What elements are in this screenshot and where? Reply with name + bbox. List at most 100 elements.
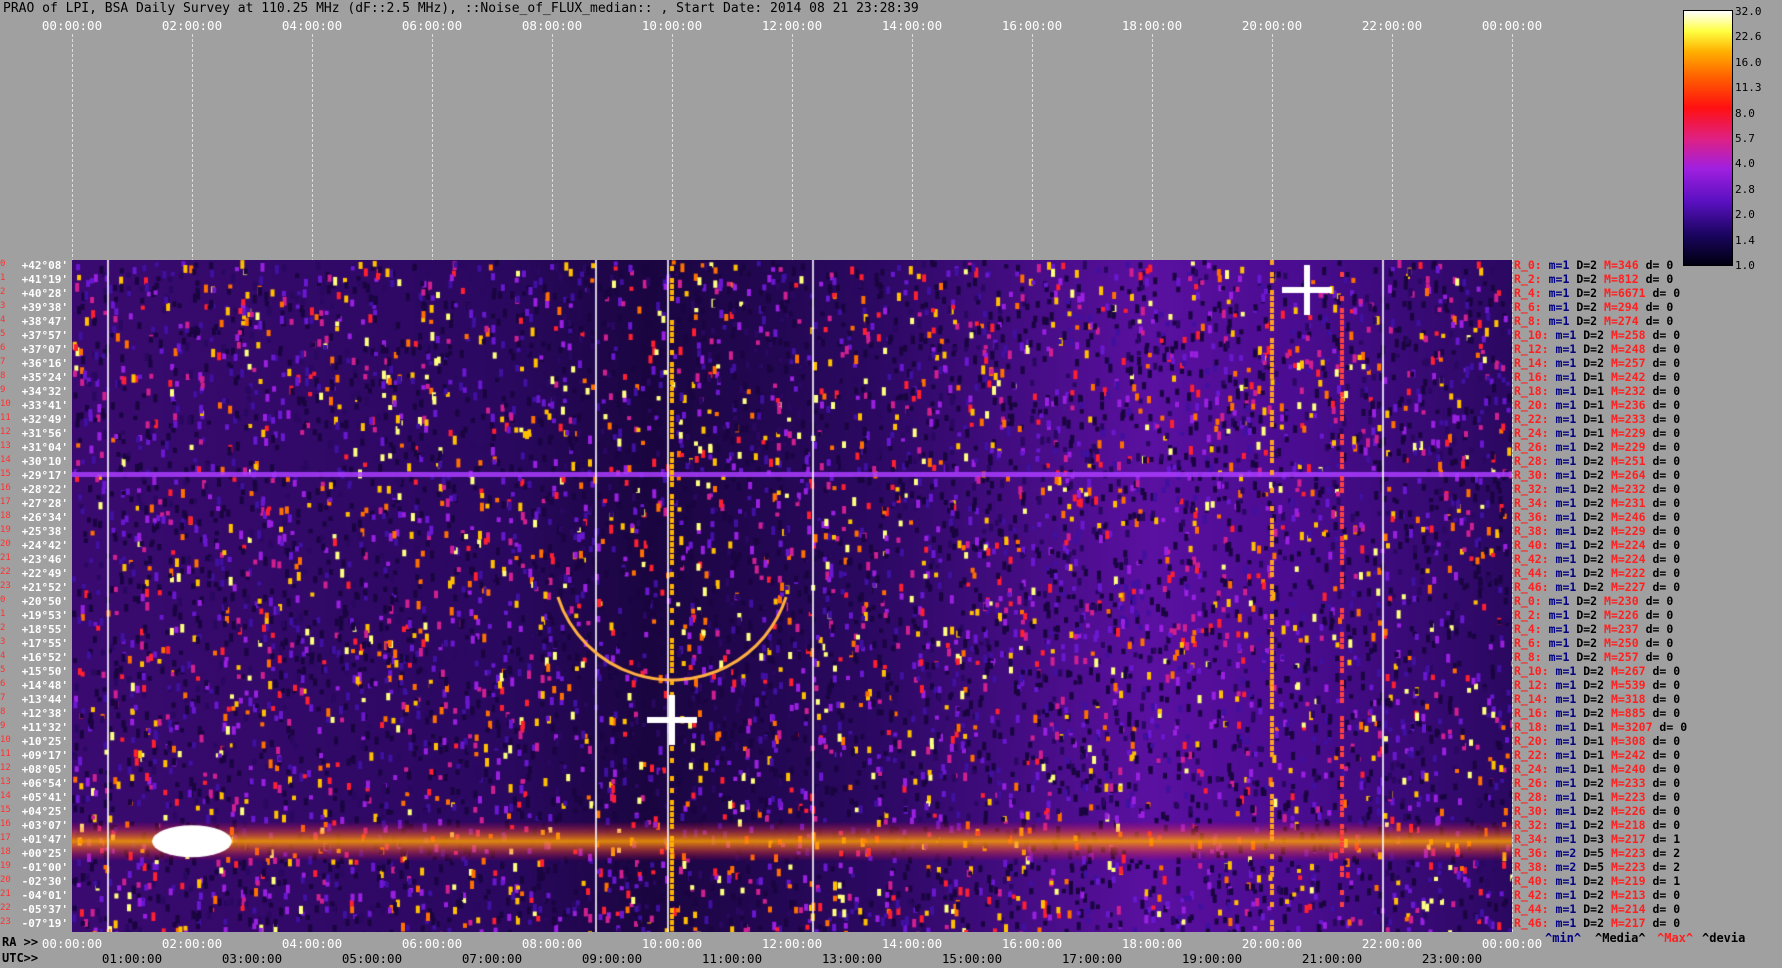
top-tick-label: 16:00:00 — [1001, 18, 1063, 33]
stat-field: R_6: — [1514, 300, 1542, 314]
stat-field: m=1 — [1548, 762, 1577, 776]
stat-field: D=2 — [1569, 258, 1598, 272]
stat-field: D=2 — [1569, 314, 1598, 328]
stat-field: M=224 — [1604, 552, 1646, 566]
dec-label: +05°41' — [21, 791, 68, 804]
row-number: 6 — [0, 343, 6, 353]
stat-field: m=1 — [1541, 258, 1570, 272]
stat-field: d= 0 — [1638, 636, 1674, 650]
stat-field: m=1 — [1548, 874, 1577, 888]
stat-field: D=1 — [1576, 398, 1605, 412]
stat-field: m=1 — [1548, 790, 1577, 804]
utc-tick-label: 23:00:00 — [1421, 951, 1483, 966]
stat-field: M=264 — [1604, 468, 1646, 482]
stat-field: R_24: — [1514, 762, 1549, 776]
row-stat: R_34: m=1 D=2 M=231 d= 0 — [1514, 496, 1680, 510]
row-stat: R_22: m=1 D=1 M=242 d= 0 — [1514, 748, 1680, 762]
stat-field: d= 2 — [1645, 846, 1681, 860]
ra-tick-label: 12:00:00 — [761, 936, 823, 951]
row-number: 17 — [0, 833, 11, 843]
stat-field: m=1 — [1548, 566, 1577, 580]
stat-field: d= 0 — [1638, 272, 1674, 286]
stat-field: M=242 — [1604, 748, 1646, 762]
stat-field: d= 0 — [1645, 762, 1681, 776]
colorbar-label: 11.3 — [1735, 81, 1762, 95]
stat-field: D=2 — [1576, 916, 1605, 930]
stat-field: R_12: — [1514, 678, 1549, 692]
dec-label: +04°25' — [21, 805, 68, 818]
stat-field: M=257 — [1597, 650, 1639, 664]
row-stat: R_6: m=1 D=2 M=294 d= 0 — [1514, 300, 1673, 314]
stat-field: m=1 — [1541, 650, 1570, 664]
stat-field: m=1 — [1541, 594, 1570, 608]
footer-devia: ^devia — [1702, 931, 1746, 945]
row-stat: R_26: m=1 D=2 M=233 d= 0 — [1514, 776, 1680, 790]
colorbar-label: 1.0 — [1735, 259, 1755, 272]
stat-field: D=2 — [1576, 692, 1605, 706]
heatmap-canvas — [72, 260, 1512, 932]
stat-field: M=223 — [1604, 790, 1646, 804]
dec-label: +29°17' — [21, 469, 68, 482]
row-stat: R_32: m=1 D=2 M=218 d= 0 — [1514, 818, 1680, 832]
dec-label: +34°32' — [21, 385, 68, 398]
stat-field: D=1 — [1576, 734, 1605, 748]
row-number: 23 — [0, 581, 11, 591]
stat-field: M=242 — [1604, 370, 1646, 384]
colorbar-label: 8.0 — [1735, 106, 1755, 120]
ra-tick-label: 16:00:00 — [1001, 936, 1063, 951]
row-number: 20 — [0, 875, 11, 885]
stat-field: D=2 — [1576, 776, 1605, 790]
stat-field: d= 1 — [1645, 874, 1681, 888]
row-stat: R_10: m=1 D=2 M=267 d= 0 — [1514, 664, 1680, 678]
stat-field: m=1 — [1548, 356, 1577, 370]
stat-field: m=1 — [1548, 482, 1577, 496]
dec-label: -02°30' — [21, 875, 68, 888]
stat-field: d= 0 — [1638, 622, 1674, 636]
row-stat: R_0: m=1 D=2 M=346 d= 0 — [1514, 258, 1673, 272]
row-number: 0 — [0, 259, 6, 269]
dec-label: +16°52' — [21, 651, 68, 664]
row-stat: R_6: m=1 D=2 M=250 d= 0 — [1514, 636, 1673, 650]
stat-field: M=240 — [1604, 762, 1646, 776]
ra-tick-label: 10:00:00 — [641, 936, 703, 951]
stat-field: R_24: — [1514, 426, 1549, 440]
stat-field: M=232 — [1604, 482, 1646, 496]
row-number: 19 — [0, 525, 11, 535]
dec-label: +37°57' — [21, 329, 68, 342]
stat-field: d= 0 — [1645, 482, 1681, 496]
gridline — [1512, 34, 1513, 932]
ra-tick-label: 06:00:00 — [401, 936, 463, 951]
dec-label: +25°38' — [21, 525, 68, 538]
top-tick-label: 22:00:00 — [1361, 18, 1423, 33]
stat-field: m=1 — [1548, 342, 1577, 356]
stat-field: m=1 — [1541, 272, 1570, 286]
stat-field: D=2 — [1576, 888, 1605, 902]
stat-field: M=308 — [1604, 734, 1646, 748]
stat-field: M=539 — [1604, 678, 1646, 692]
stat-field: d= 0 — [1645, 342, 1681, 356]
stat-field: m=1 — [1548, 538, 1577, 552]
dec-label: +11°32' — [21, 721, 68, 734]
stat-field: R_34: — [1514, 832, 1549, 846]
stat-field: M=251 — [1604, 454, 1646, 468]
stat-field: R_40: — [1514, 874, 1549, 888]
row-stat: R_24: m=1 D=1 M=240 d= 0 — [1514, 762, 1680, 776]
stat-field: d= 0 — [1645, 692, 1681, 706]
utc-tick-label: 05:00:00 — [341, 951, 403, 966]
dec-label: +22°49' — [21, 567, 68, 580]
stat-field: M=218 — [1604, 818, 1646, 832]
stat-field: D=1 — [1576, 762, 1605, 776]
stat-field: m=1 — [1548, 720, 1577, 734]
row-stat: R_10: m=1 D=2 M=258 d= 0 — [1514, 328, 1680, 342]
dec-label: -04°01' — [21, 889, 68, 902]
stat-field: M=231 — [1604, 496, 1646, 510]
stat-field: M=258 — [1604, 328, 1646, 342]
utc-tick-label: 13:00:00 — [821, 951, 883, 966]
row-stat: R_44: m=1 D=2 M=222 d= 0 — [1514, 566, 1680, 580]
top-tick-label: 10:00:00 — [641, 18, 703, 33]
dec-label: +17°55' — [21, 637, 68, 650]
utc-tick-label: 11:00:00 — [701, 951, 763, 966]
row-stat: R_40: m=1 D=2 M=224 d= 0 — [1514, 538, 1680, 552]
stat-field: m=1 — [1548, 328, 1577, 342]
stat-field: m=1 — [1541, 286, 1570, 300]
